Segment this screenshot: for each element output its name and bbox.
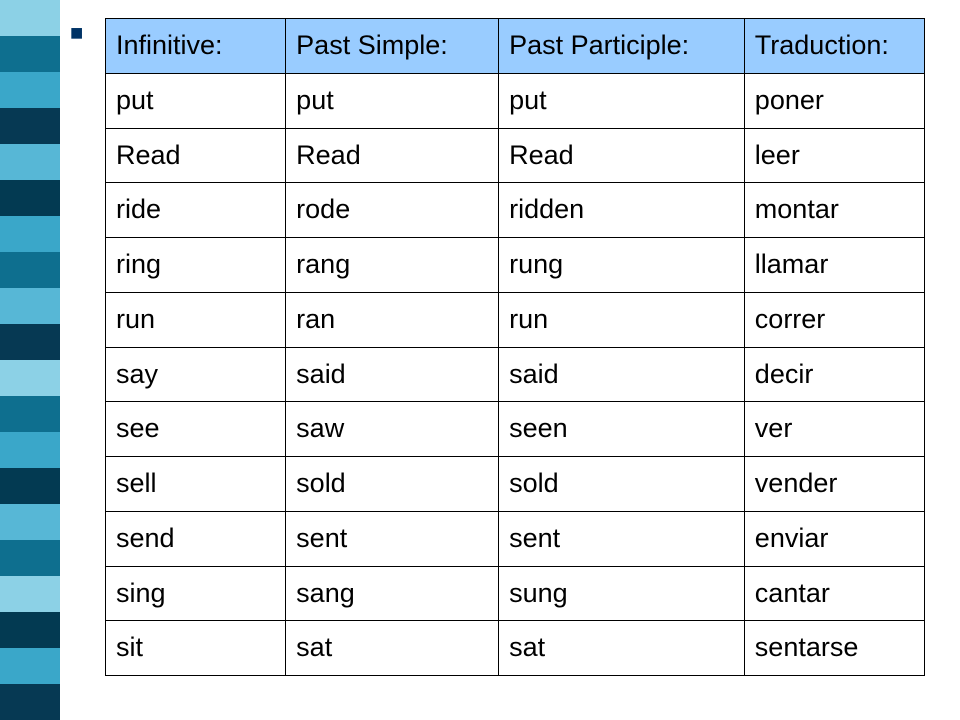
- stripe: [0, 468, 60, 504]
- decorative-stripe-sidebar: [0, 0, 60, 720]
- cell-ps: saw: [286, 402, 499, 457]
- cell-ps: rang: [286, 238, 499, 293]
- header-past-simple: Past Simple:: [286, 19, 499, 74]
- cell-ps: put: [286, 73, 499, 128]
- cell-tr: llamar: [744, 238, 924, 293]
- cell-tr: ver: [744, 402, 924, 457]
- cell-inf: run: [106, 292, 286, 347]
- cell-pp: sat: [499, 621, 745, 676]
- table-row: rideroderiddenmontar: [106, 183, 925, 238]
- header-infinitive: Infinitive:: [106, 19, 286, 74]
- cell-inf: sit: [106, 621, 286, 676]
- stripe: [0, 396, 60, 432]
- stripe: [0, 36, 60, 72]
- cell-tr: enviar: [744, 511, 924, 566]
- cell-pp: rung: [499, 238, 745, 293]
- cell-tr: cantar: [744, 566, 924, 621]
- table-row: ReadReadReadleer: [106, 128, 925, 183]
- stripe: [0, 72, 60, 108]
- cell-inf: send: [106, 511, 286, 566]
- stripe: [0, 108, 60, 144]
- cell-inf: say: [106, 347, 286, 402]
- stripe: [0, 576, 60, 612]
- stripe: [0, 180, 60, 216]
- cell-pp: seen: [499, 402, 745, 457]
- cell-inf: ring: [106, 238, 286, 293]
- stripe: [0, 216, 60, 252]
- table-body: putputputponerReadReadReadleerrideroderi…: [106, 73, 925, 675]
- header-past-participle: Past Participle:: [499, 19, 745, 74]
- cell-pp: said: [499, 347, 745, 402]
- table-row: singsangsungcantar: [106, 566, 925, 621]
- cell-ps: sold: [286, 457, 499, 512]
- cell-tr: decir: [744, 347, 924, 402]
- irregular-verbs-table: Infinitive: Past Simple: Past Participle…: [105, 18, 925, 676]
- table-header-row: Infinitive: Past Simple: Past Participle…: [106, 19, 925, 74]
- cell-inf: put: [106, 73, 286, 128]
- table-row: saysaidsaiddecir: [106, 347, 925, 402]
- table-row: sellsoldsoldvender: [106, 457, 925, 512]
- cell-tr: vender: [744, 457, 924, 512]
- cell-inf: see: [106, 402, 286, 457]
- cell-pp: run: [499, 292, 745, 347]
- stripe: [0, 504, 60, 540]
- cell-inf: sell: [106, 457, 286, 512]
- cell-tr: poner: [744, 73, 924, 128]
- cell-inf: Read: [106, 128, 286, 183]
- stripe: [0, 252, 60, 288]
- cell-tr: correr: [744, 292, 924, 347]
- cell-pp: ridden: [499, 183, 745, 238]
- stripe: [0, 612, 60, 648]
- header-traduction: Traduction:: [744, 19, 924, 74]
- table-row: sitsatsatsentarse: [106, 621, 925, 676]
- cell-inf: sing: [106, 566, 286, 621]
- bullet-marker: ■: [70, 20, 83, 46]
- stripe: [0, 144, 60, 180]
- cell-pp: sold: [499, 457, 745, 512]
- cell-pp: sung: [499, 566, 745, 621]
- stripe: [0, 432, 60, 468]
- cell-inf: ride: [106, 183, 286, 238]
- cell-pp: sent: [499, 511, 745, 566]
- cell-ps: sent: [286, 511, 499, 566]
- cell-tr: montar: [744, 183, 924, 238]
- stripe: [0, 288, 60, 324]
- table-row: seesawseenver: [106, 402, 925, 457]
- cell-tr: leer: [744, 128, 924, 183]
- table-row: putputputponer: [106, 73, 925, 128]
- table-row: sendsentsentenviar: [106, 511, 925, 566]
- cell-pp: Read: [499, 128, 745, 183]
- stripe: [0, 540, 60, 576]
- stripe: [0, 360, 60, 396]
- stripe: [0, 648, 60, 684]
- cell-ps: ran: [286, 292, 499, 347]
- cell-ps: rode: [286, 183, 499, 238]
- slide: ■ Infinitive: Past Simple: Past Particip…: [0, 0, 960, 720]
- table-row: runranruncorrer: [106, 292, 925, 347]
- cell-tr: sentarse: [744, 621, 924, 676]
- table-row: ringrangrungllamar: [106, 238, 925, 293]
- table-container: Infinitive: Past Simple: Past Participle…: [105, 18, 925, 676]
- stripe: [0, 324, 60, 360]
- stripe: [0, 0, 60, 36]
- cell-ps: sang: [286, 566, 499, 621]
- stripe: [0, 684, 60, 720]
- cell-pp: put: [499, 73, 745, 128]
- cell-ps: Read: [286, 128, 499, 183]
- cell-ps: sat: [286, 621, 499, 676]
- cell-ps: said: [286, 347, 499, 402]
